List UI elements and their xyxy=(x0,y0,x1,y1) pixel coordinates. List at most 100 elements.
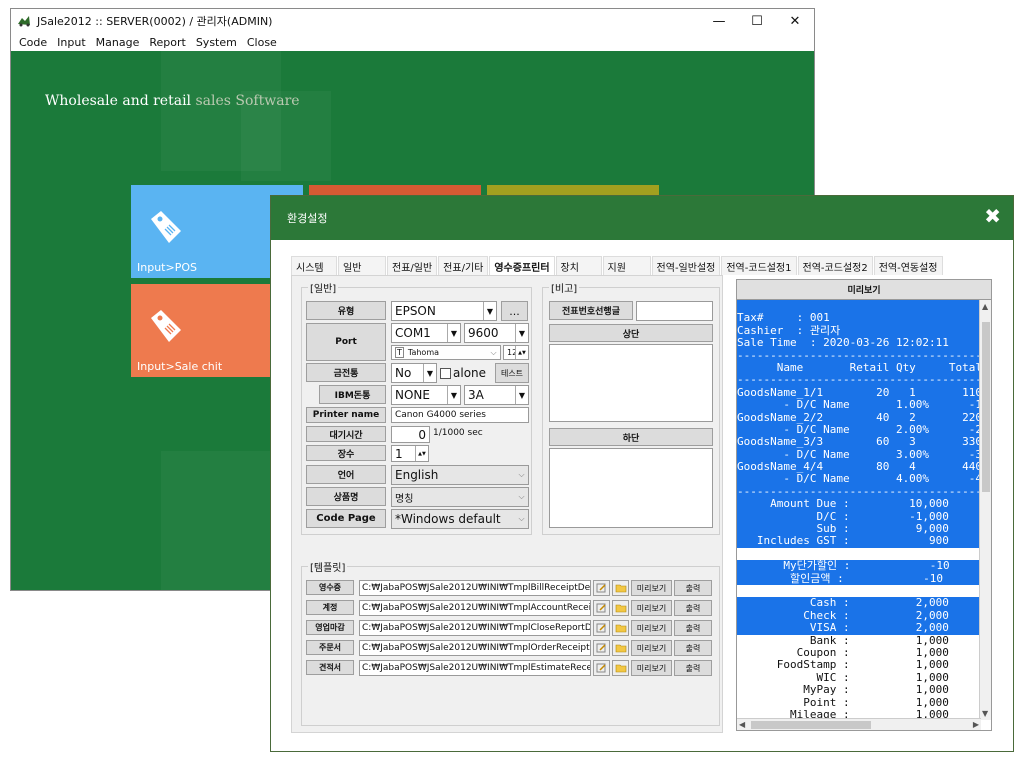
type-select[interactable]: EPSON ▼ xyxy=(391,301,497,321)
tab-support[interactable]: 지원 xyxy=(602,256,651,275)
app-logo-icon xyxy=(18,16,30,27)
preview-line: VISA : 2,000 xyxy=(737,622,981,635)
scroll-thumb[interactable] xyxy=(982,322,990,492)
template-preview-button[interactable]: 미리보기 xyxy=(631,620,672,636)
port-select[interactable]: COM1 ▼ xyxy=(391,323,461,343)
preview-line: Sub : 9,000 xyxy=(737,523,981,536)
menu-system[interactable]: System xyxy=(191,36,242,49)
menu-input[interactable]: Input xyxy=(52,36,90,49)
preview-line: - D/C Name 3.00% -30 xyxy=(737,448,981,462)
folder-icon[interactable] xyxy=(612,580,629,596)
template-path-close-report[interactable]: C:₩JabaPOS₩JSale2012U₩INI₩TmplCloseRepor… xyxy=(359,620,591,636)
template-print-button[interactable]: 출력 xyxy=(674,620,712,636)
language-select[interactable]: English ⌵ xyxy=(391,465,529,485)
tab-slip-other[interactable]: 전표/기타 xyxy=(438,256,489,275)
scroll-down-icon[interactable]: ▼ xyxy=(982,709,988,718)
tab-global-link[interactable]: 전역-연동설정 xyxy=(873,256,943,275)
font-size-stepper[interactable]: 12 ▲▼ xyxy=(503,345,529,360)
general-group-label: [일반] xyxy=(308,280,339,295)
template-label-receipt: 영수증 xyxy=(306,580,354,595)
template-preview-button[interactable]: 미리보기 xyxy=(631,640,672,656)
edit-icon[interactable] xyxy=(593,660,610,676)
tab-global-code2[interactable]: 전역-코드설정2 xyxy=(797,256,873,275)
printer-name-input[interactable]: Canon G4000 series xyxy=(391,407,529,423)
menu-report[interactable]: Report xyxy=(144,36,190,49)
preview-content[interactable]: Tax# : 001 Cashier : 관리자 Sale Time : 2020-… xyxy=(737,300,981,720)
code-page-select[interactable]: *Windows default ⌵ xyxy=(391,509,529,529)
menu-manage[interactable]: Manage xyxy=(91,36,145,49)
template-preview-button[interactable]: 미리보기 xyxy=(631,580,672,596)
receipt-preview: 미리보기 Tax# : 001 Cashier : 관리자 Sale Time : … xyxy=(736,279,992,731)
receipt-number-prefix-input[interactable] xyxy=(636,301,713,321)
edit-icon[interactable] xyxy=(593,600,610,616)
tab-global-code1[interactable]: 전역-코드설정1 xyxy=(721,256,797,275)
menu-close[interactable]: Close xyxy=(242,36,282,49)
template-path-estimate[interactable]: C:₩JabaPOS₩JSale2012U₩INI₩TmplEstimateRe… xyxy=(359,660,591,676)
dialog-close-button[interactable]: ✖ xyxy=(984,204,1001,228)
preview-vertical-scrollbar[interactable]: ▲ ▼ xyxy=(979,300,991,720)
ibm-drawer-select[interactable]: NONE ▼ xyxy=(391,385,461,405)
preview-line: ----------------------------------------… xyxy=(737,485,981,499)
template-print-button[interactable]: 출력 xyxy=(674,580,712,596)
preview-line: Coupon : 1,000 xyxy=(737,646,949,659)
ibm-code-select[interactable]: 3A ▼ xyxy=(464,385,529,405)
header-textarea[interactable] xyxy=(549,344,713,422)
preview-line xyxy=(737,548,981,560)
stepper-icon[interactable]: ▲▼ xyxy=(515,346,528,359)
wait-time-input[interactable]: 0 xyxy=(391,426,430,443)
receipt-number-prefix-button[interactable]: 전표번호선행글 xyxy=(549,301,633,320)
close-window-button[interactable]: ✕ xyxy=(776,9,814,33)
preview-line: 할인금액 : -10 xyxy=(737,572,981,585)
drawer-select[interactable]: No ▼ xyxy=(391,363,437,383)
edit-icon[interactable] xyxy=(593,640,610,656)
scroll-right-icon[interactable]: ▶ xyxy=(973,720,979,729)
menu-code[interactable]: Code xyxy=(14,36,52,49)
tab-device[interactable]: 장치 xyxy=(555,256,602,275)
maximize-button[interactable]: ☐ xyxy=(738,9,776,33)
minimize-button[interactable]: — xyxy=(700,9,738,33)
tab-system[interactable]: 시스템 xyxy=(291,256,337,275)
edit-icon[interactable] xyxy=(593,580,610,596)
product-name-select[interactable]: 명칭 ⌵ xyxy=(391,487,529,507)
scroll-left-icon[interactable]: ◀ xyxy=(739,720,745,729)
folder-icon[interactable] xyxy=(612,600,629,616)
tile-label: Input>POS xyxy=(137,261,197,274)
folder-icon[interactable] xyxy=(612,660,629,676)
template-path-order[interactable]: C:₩JabaPOS₩JSale2012U₩INI₩TmplOrderRecei… xyxy=(359,640,591,656)
folder-icon[interactable] xyxy=(612,620,629,636)
window-controls: — ☐ ✕ xyxy=(700,9,814,33)
template-print-button[interactable]: 출력 xyxy=(674,660,712,676)
chevron-down-icon: ⌵ xyxy=(515,488,528,506)
preview-line: Includes GST : 900 xyxy=(737,535,981,548)
preview-horizontal-scrollbar[interactable]: ◀ ▶ xyxy=(737,718,981,730)
preview-line: - D/C Name 4.00% -40 xyxy=(737,473,981,486)
baud-select[interactable]: 9600 ▼ xyxy=(464,323,529,343)
tab-slip-general[interactable]: 전표/일반 xyxy=(387,256,438,275)
ibm-drawer-label: IBM돈통 xyxy=(319,385,386,404)
template-print-button[interactable]: 출력 xyxy=(674,600,712,616)
tab-global-general[interactable]: 전역-일반설정 xyxy=(651,256,721,275)
window-title: JSale2012 :: SERVER(0002) / 관리자(ADMIN) xyxy=(37,15,273,28)
tab-general[interactable]: 일반 xyxy=(338,256,386,275)
folder-icon[interactable] xyxy=(612,640,629,656)
port-label: Port xyxy=(306,323,386,361)
template-path-receipt[interactable]: C:₩JabaPOS₩JSale2012U₩INI₩TmplBillReceip… xyxy=(359,580,591,596)
template-preview-button[interactable]: 미리보기 xyxy=(631,660,672,676)
type-more-button[interactable]: ... xyxy=(501,301,528,321)
scroll-up-icon[interactable]: ▲ xyxy=(982,302,988,311)
edit-icon[interactable] xyxy=(593,620,610,636)
template-path-account[interactable]: C:₩JabaPOS₩JSale2012U₩INI₩TmplAccountRec… xyxy=(359,600,591,616)
tab-receipt-printer[interactable]: 영수증프린터 xyxy=(489,256,555,275)
copies-stepper[interactable]: 1 ▲▼ xyxy=(391,445,429,462)
price-tag-icon xyxy=(151,211,181,243)
template-preview-button[interactable]: 미리보기 xyxy=(631,600,672,616)
stepper-icon[interactable]: ▲▼ xyxy=(415,446,428,461)
alone-checkbox[interactable]: alone xyxy=(440,363,495,383)
font-select[interactable]: T Tahoma ⌵ xyxy=(391,345,501,360)
footer-textarea[interactable] xyxy=(549,448,713,528)
wait-time-label: 대기시간 xyxy=(306,426,386,442)
scroll-thumb[interactable] xyxy=(751,721,871,729)
template-print-button[interactable]: 출력 xyxy=(674,640,712,656)
test-button[interactable]: 테스트 xyxy=(495,363,529,383)
copies-label: 장수 xyxy=(306,445,386,461)
